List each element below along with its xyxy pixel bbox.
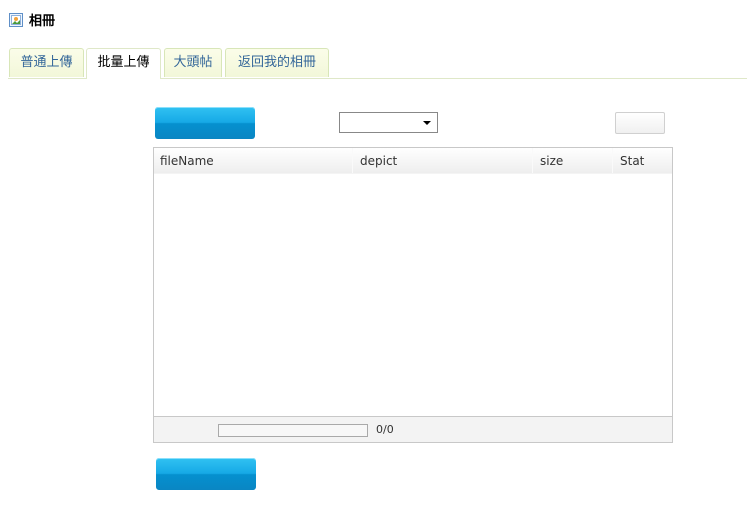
column-header-filename[interactable]: fileName — [154, 148, 353, 173]
upload-progress-text: 0/0 — [376, 423, 394, 436]
column-header-stat[interactable]: Stat — [614, 148, 672, 173]
column-header-depict[interactable]: depict — [354, 148, 533, 173]
clear-list-button[interactable] — [615, 112, 665, 134]
page-title: 相冊 — [9, 9, 55, 29]
photo-album-icon — [9, 12, 23, 27]
tab-batch-upload[interactable]: 批量上傳 — [86, 48, 161, 79]
grid-header: fileName depict size Stat — [154, 148, 672, 174]
start-upload-button[interactable] — [156, 458, 256, 490]
column-header-size[interactable]: size — [534, 148, 613, 173]
upload-tabs: 普通上傳 批量上傳 大頭帖 返回我的相冊 — [8, 48, 747, 79]
album-select[interactable] — [339, 112, 438, 133]
tab-normal-upload[interactable]: 普通上傳 — [9, 48, 84, 77]
tab-avatar-sticker[interactable]: 大頭帖 — [164, 48, 222, 77]
upload-progress-bar — [218, 424, 368, 437]
select-files-button[interactable] — [155, 107, 255, 139]
chevron-down-icon — [423, 121, 431, 125]
upload-file-grid: fileName depict size Stat 0/0 — [153, 147, 673, 443]
page-title-text: 相冊 — [29, 13, 56, 29]
grid-footer: 0/0 — [154, 416, 672, 442]
tab-back-to-my-albums[interactable]: 返回我的相冊 — [225, 48, 329, 77]
